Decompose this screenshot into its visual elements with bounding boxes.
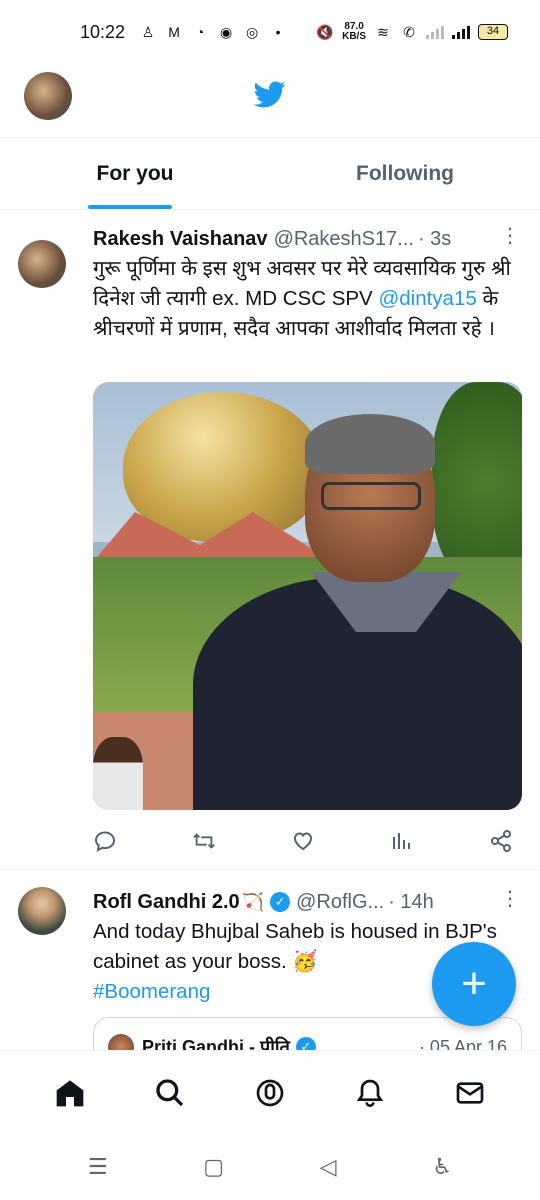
accessibility-icon[interactable]: ♿: [432, 1154, 452, 1180]
tweet-author-name[interactable]: Rakesh Vaishanav: [93, 228, 268, 251]
tweet-author-name[interactable]: Rofl Gandhi 2.0: [93, 891, 240, 914]
gmail-icon: M: [168, 24, 180, 40]
search-icon[interactable]: [150, 1073, 190, 1113]
signal-icon: [426, 25, 444, 39]
quoted-author-name: Priti Gandhi - प्रीति: [142, 1037, 290, 1051]
more-options-icon[interactable]: ⋮: [500, 889, 520, 909]
app-icon: ◉: [219, 24, 233, 40]
call-icon: ✆: [403, 24, 415, 40]
tweet-author-handle[interactable]: @RakeshS17...: [274, 228, 414, 251]
app-notification-icon: ♙: [141, 24, 155, 40]
views-icon[interactable]: [390, 829, 414, 853]
tweet-media-image[interactable]: [93, 382, 522, 810]
app-header: [0, 64, 540, 138]
tweet-header: Rakesh Vaishanav @RakeshS17... · 3s ⋮: [93, 224, 520, 254]
battery-icon: 34: [478, 24, 508, 40]
profile-avatar[interactable]: [24, 72, 72, 120]
signal-icon: [452, 25, 470, 39]
tab-for-you[interactable]: For you: [0, 138, 270, 209]
notification-icons: ♙ M ◔ ◉ ◎ •: [139, 23, 287, 41]
dot-icon: •: [275, 24, 281, 40]
quoted-author-avatar: [108, 1034, 134, 1050]
messages-icon[interactable]: [450, 1073, 490, 1113]
bottom-navigation: [0, 1050, 540, 1134]
status-bar: 10:22 ♙ M ◔ ◉ ◎ • 🔇 87.0 KB/S ≋ ✆ 34: [0, 0, 540, 64]
photo-bystander: [93, 737, 143, 810]
photo-person-glasses: [321, 482, 421, 510]
tweet-actions: [93, 826, 513, 856]
retweet-icon[interactable]: [192, 829, 216, 853]
wifi-icon: ≋: [377, 24, 389, 40]
timeline-tabs: For you Following: [0, 138, 540, 210]
bow-emoji: 🏹: [241, 891, 265, 912]
like-icon[interactable]: [291, 829, 315, 853]
status-right: 🔇 87.0 KB/S ≋ ✆ 34: [316, 22, 508, 42]
notifications-icon[interactable]: [350, 1073, 390, 1113]
app-icon: ◔: [195, 24, 205, 40]
tweet-author-avatar[interactable]: [18, 240, 66, 288]
twitter-bird-icon[interactable]: [252, 78, 288, 110]
quoted-timestamp: · 05 Apr 16: [418, 1036, 507, 1051]
photo-person-hair: [305, 414, 435, 474]
tweet-text: गुरू पूर्णिमा के इस शुभ अवसर पर मेरे व्य…: [93, 254, 520, 344]
status-time: 10:22: [80, 21, 126, 42]
net-speed-unit: KB/S: [342, 31, 366, 42]
tweet-timestamp[interactable]: · 3s: [418, 228, 451, 251]
plus-icon: +: [461, 959, 487, 1008]
spaces-icon[interactable]: [250, 1073, 290, 1113]
tweet-body: Rakesh Vaishanav @RakeshS17... · 3s ⋮ गु…: [93, 224, 520, 344]
hashtag-link[interactable]: #Boomerang: [93, 980, 210, 1003]
back-icon[interactable]: ◁: [320, 1154, 337, 1180]
tweet-author-avatar[interactable]: [18, 887, 66, 935]
reply-icon[interactable]: [93, 829, 117, 853]
compose-tweet-button[interactable]: +: [432, 942, 516, 1026]
net-speed: 87.0 KB/S: [342, 22, 366, 42]
tweet[interactable]: Rakesh Vaishanav @RakeshS17... · 3s ⋮ गु…: [0, 212, 540, 870]
tab-for-you-label: For you: [96, 161, 174, 185]
home-button-icon[interactable]: ▢: [203, 1154, 224, 1180]
home-icon[interactable]: [50, 1073, 90, 1113]
photo-dome: [123, 392, 323, 542]
tweet-timestamp[interactable]: · 14h: [388, 891, 434, 914]
tab-following[interactable]: Following: [270, 138, 540, 209]
more-options-icon[interactable]: ⋮: [500, 226, 520, 246]
system-navigation: ☰ ▢ ◁ ♿: [0, 1134, 540, 1200]
verified-badge-icon: ✓: [270, 892, 291, 912]
chrome-icon: ◎: [245, 24, 259, 40]
recent-apps-icon[interactable]: ☰: [88, 1154, 108, 1180]
mention-link[interactable]: @dintya15: [378, 287, 476, 310]
photo-tree: [432, 382, 522, 582]
share-icon[interactable]: [489, 829, 513, 853]
verified-badge-icon: ✓: [295, 1037, 316, 1050]
tweet-header: Rofl Gandhi 2.0 🏹 ✓ @RoflG... · 14h ⋮: [93, 887, 520, 917]
mute-icon: 🔇: [316, 24, 334, 40]
tab-following-label: Following: [356, 161, 454, 185]
active-tab-indicator: [88, 205, 172, 209]
tweet-author-handle[interactable]: @RoflG...: [296, 891, 384, 914]
